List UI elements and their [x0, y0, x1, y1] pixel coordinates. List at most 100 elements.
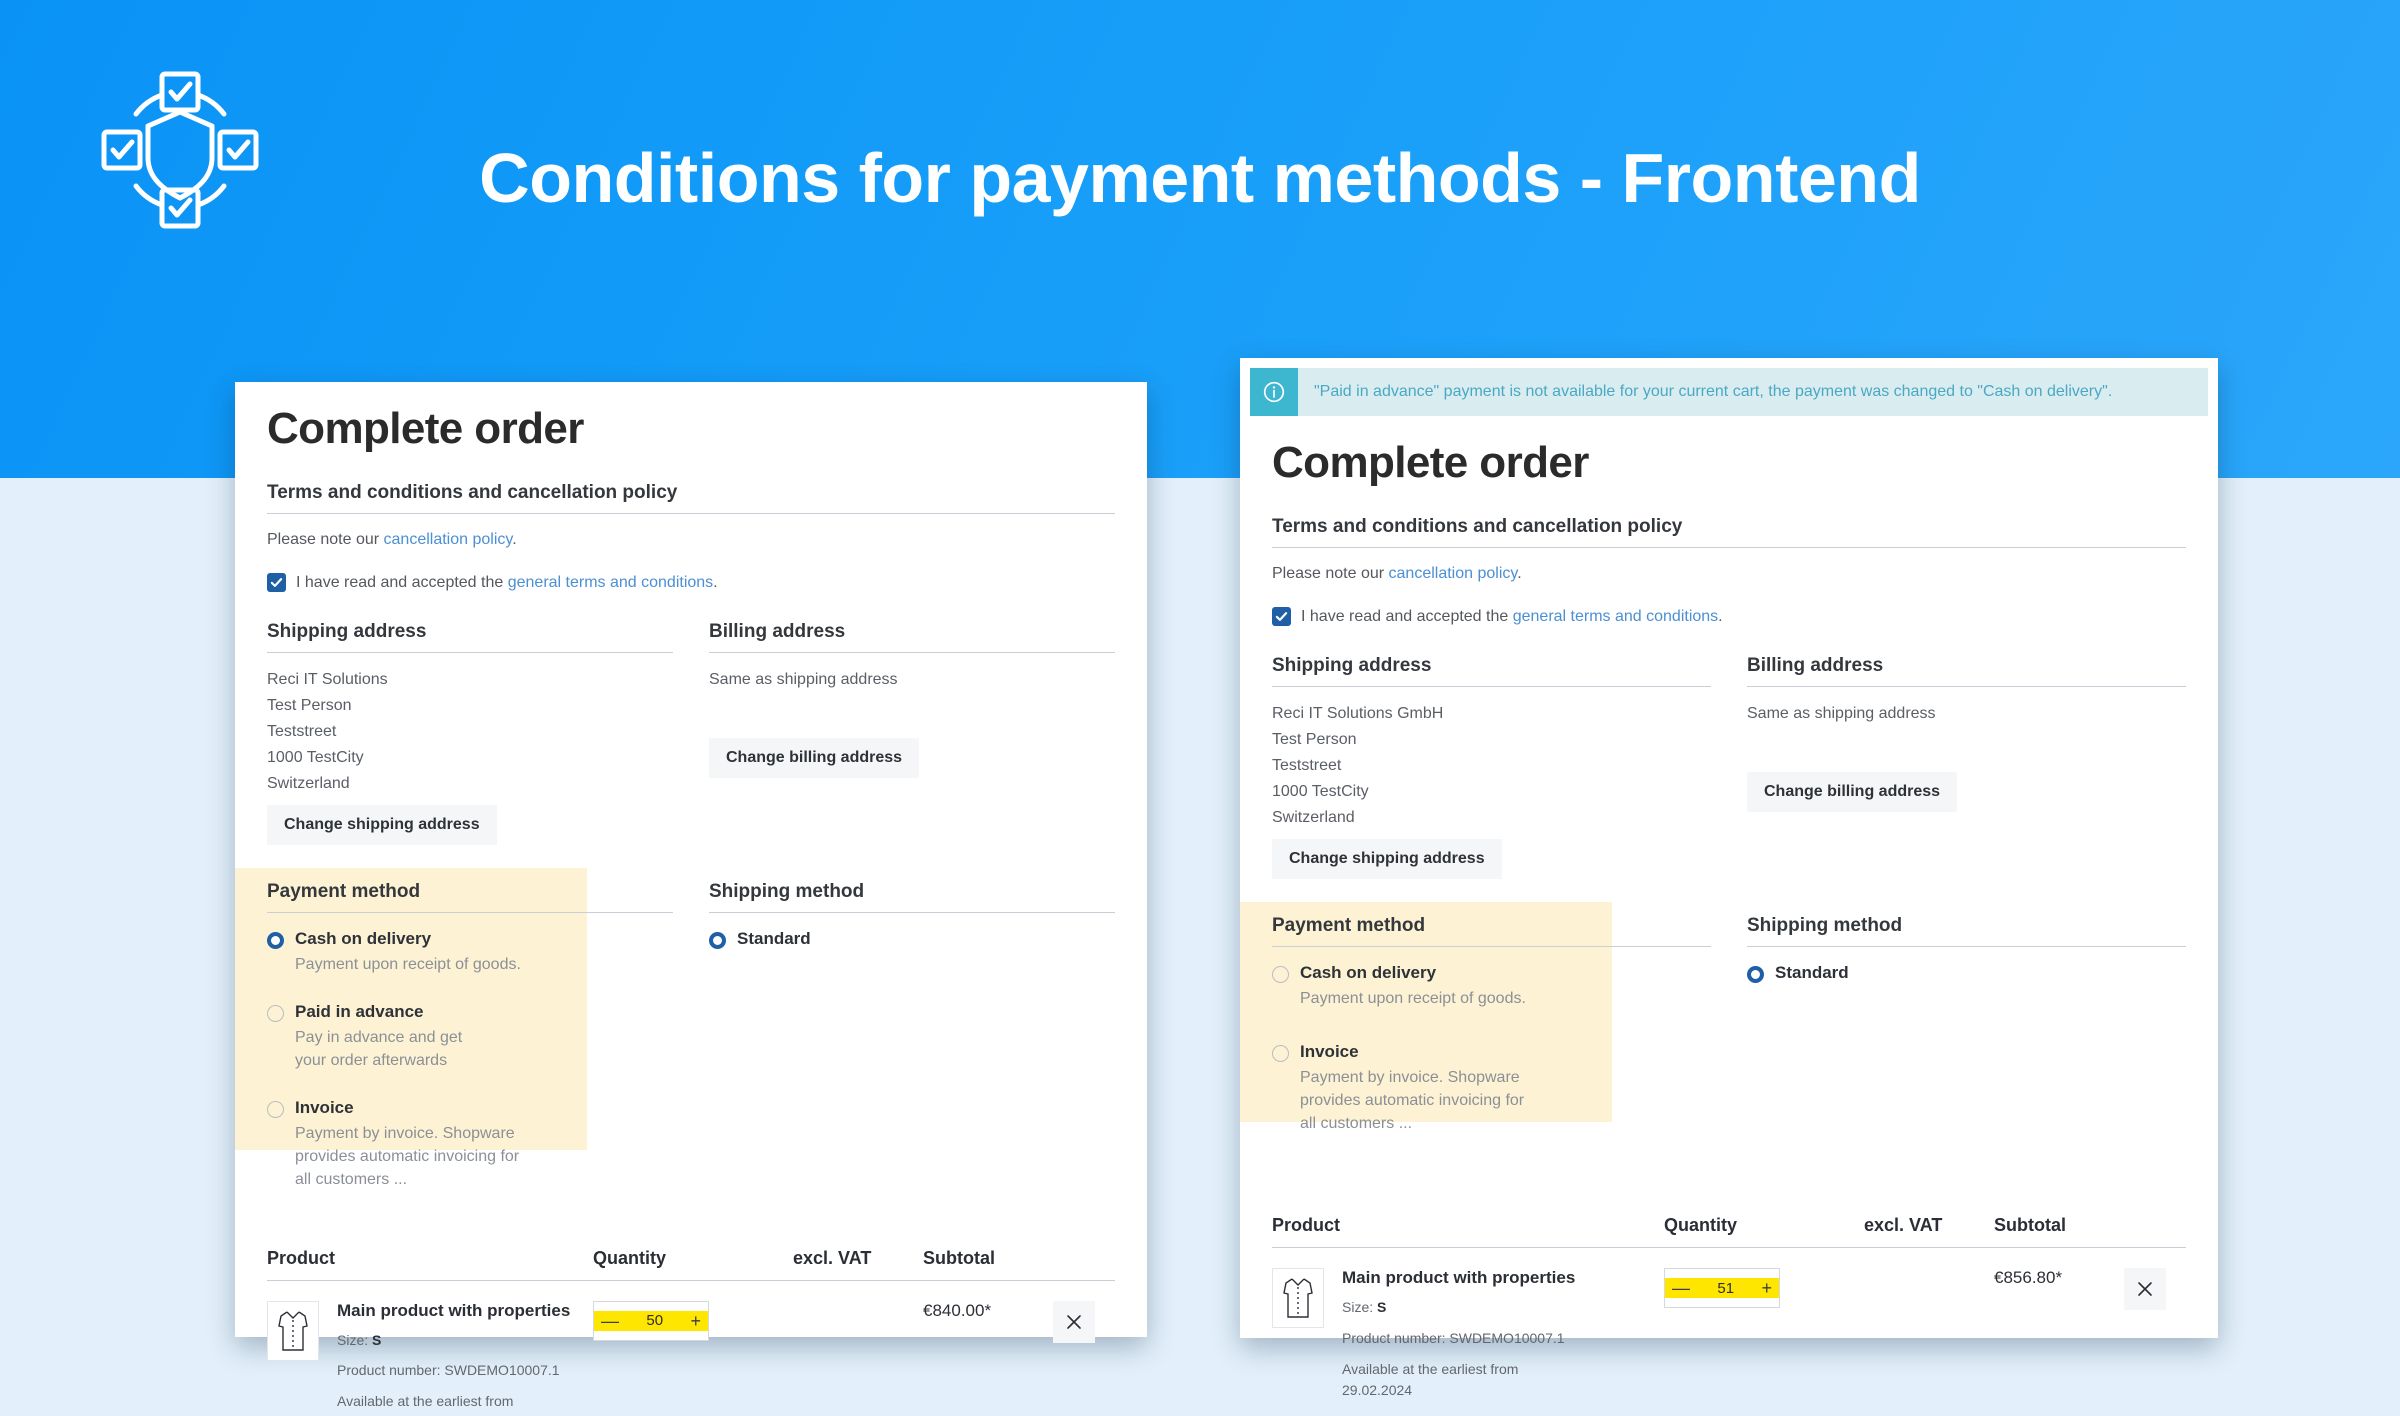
divider	[1747, 686, 2186, 687]
product-thumbnail	[267, 1300, 319, 1361]
table-header-row: Product Quantity excl. VAT Subtotal	[1272, 1215, 2186, 1236]
terms-label-suffix: .	[713, 574, 718, 591]
payment-method-heading: Payment method	[267, 880, 421, 902]
availability-date: 29.02.2024	[1342, 1382, 1413, 1399]
remove-item-button[interactable]	[2124, 1268, 2166, 1311]
terms-checkbox-row[interactable]: I have read and accepted the general ter…	[267, 571, 1115, 595]
subtotal-value: €856.80*	[1994, 1268, 2063, 1288]
order-title: Complete order	[267, 404, 584, 453]
terms-heading: Terms and conditions and cancellation po…	[1272, 516, 1683, 537]
column-header-quantity: Quantity	[593, 1247, 667, 1268]
address-line: Reci IT Solutions	[267, 671, 388, 688]
divider	[1747, 945, 2186, 947]
shipping-address-block: Shipping address Reci IT Solutions GmbH …	[1272, 655, 1711, 879]
radio-unselected-icon[interactable]	[1272, 965, 1289, 983]
product-number: Product number: SWDEMO10007.1	[1342, 1329, 1565, 1346]
address-line: Test Person	[1272, 730, 1357, 748]
product-thumbnail	[1272, 1268, 1324, 1329]
payment-option-invoice[interactable]: Invoice Payment by invoice. Shopware pro…	[267, 1098, 673, 1192]
quantity-decrease-button[interactable]: —	[1672, 1279, 1690, 1297]
address-line: 1000 TestCity	[267, 748, 364, 766]
remove-item-button[interactable]	[1053, 1300, 1095, 1343]
quantity-decrease-button[interactable]: —	[601, 1312, 619, 1330]
terms-checkbox-label: I have read and accepted the general ter…	[1301, 605, 1723, 629]
payment-option-cash-on-delivery[interactable]: Cash on delivery Payment upon receipt of…	[1272, 963, 1711, 1010]
payment-option-invoice[interactable]: Invoice Payment by invoice. Shopware pro…	[1272, 1042, 1711, 1136]
billing-address-block: Billing address Same as shipping address…	[709, 621, 1115, 845]
shipping-method-block: Shipping method Standard	[709, 881, 1115, 1192]
payment-method-block: Payment method Cash on delivery Payment …	[1272, 915, 1711, 1136]
shipping-method-heading: Shipping method	[709, 880, 865, 902]
quantity-increase-button[interactable]: +	[690, 1312, 701, 1330]
product-name: Main product with properties	[1342, 1268, 1576, 1288]
shipping-option-label: Standard	[737, 928, 811, 948]
product-table: Product Quantity excl. VAT Subtotal Main…	[1272, 1215, 2186, 1402]
notification-banner: "Paid in advance" payment is not availab…	[1250, 368, 2208, 416]
checkbox-checked-icon[interactable]	[1272, 607, 1291, 626]
radio-unselected-icon[interactable]	[267, 1004, 284, 1022]
payment-option-description: Payment by invoice. Shopware provides au…	[1300, 1068, 1525, 1133]
billing-address-heading: Billing address	[1747, 655, 1884, 676]
payment-option-cash-on-delivery[interactable]: Cash on delivery Payment upon receipt of…	[267, 929, 673, 976]
cancellation-note-suffix: .	[512, 531, 517, 548]
cancellation-policy-link[interactable]: cancellation policy	[1389, 565, 1518, 582]
address-line: 1000 TestCity	[1272, 782, 1369, 800]
change-billing-address-button[interactable]: Change billing address	[1747, 771, 1958, 812]
divider	[1272, 686, 1711, 687]
close-icon	[1067, 1314, 1081, 1329]
divider	[1272, 945, 1711, 947]
address-line: Same as shipping address	[1747, 705, 1936, 722]
radio-unselected-icon[interactable]	[1272, 1044, 1289, 1062]
cancellation-note-prefix: Please note our	[1272, 565, 1389, 582]
shipping-address-lines: Reci IT Solutions Test Person Teststreet…	[267, 667, 673, 797]
product-size: Size: S	[337, 1330, 570, 1352]
terms-heading: Terms and conditions and cancellation po…	[267, 482, 678, 503]
payment-method-heading: Payment method	[1272, 914, 1426, 936]
product-size: Size: S	[1342, 1297, 1575, 1319]
quantity-value[interactable]: 50	[646, 1312, 663, 1329]
checkbox-checked-icon[interactable]	[267, 573, 286, 592]
radio-selected-icon[interactable]	[267, 931, 284, 949]
availability-line-1: Available at the earliest from	[1342, 1360, 1519, 1377]
payment-option-description: Payment upon receipt of goods.	[1300, 989, 1526, 1007]
change-billing-address-button[interactable]: Change billing address	[709, 737, 920, 778]
shipping-method-heading: Shipping method	[1747, 914, 1903, 936]
shipping-address-block: Shipping address Reci IT Solutions Test …	[267, 621, 673, 845]
column-header-excl-vat: excl. VAT	[793, 1247, 872, 1268]
address-line: Reci IT Solutions GmbH	[1272, 705, 1444, 722]
page-title: Conditions for payment methods - Fronten…	[479, 139, 1921, 217]
shipping-option-label: Standard	[1775, 962, 1849, 982]
cancellation-policy-link[interactable]: cancellation policy	[384, 531, 513, 548]
product-name: Main product with properties	[337, 1300, 571, 1320]
radio-selected-icon[interactable]	[1747, 965, 1764, 983]
quantity-value[interactable]: 51	[1717, 1280, 1734, 1297]
address-line: Teststreet	[267, 722, 337, 740]
column-header-subtotal: Subtotal	[923, 1247, 995, 1268]
general-terms-link[interactable]: general terms and conditions	[508, 574, 713, 591]
product-availability: Available at the earliest from 29.02.202…	[1342, 1359, 1575, 1402]
quantity-increase-button[interactable]: +	[1761, 1279, 1772, 1297]
product-size-value: S	[1377, 1299, 1387, 1316]
change-shipping-address-button[interactable]: Change shipping address	[267, 804, 497, 845]
column-header-product: Product	[1272, 1215, 1341, 1236]
radio-selected-icon[interactable]	[709, 931, 726, 949]
general-terms-link[interactable]: general terms and conditions	[1513, 608, 1718, 625]
change-shipping-address-button[interactable]: Change shipping address	[1272, 838, 1502, 879]
divider	[267, 1279, 1115, 1281]
terms-label-prefix: I have read and accepted the	[1301, 608, 1513, 625]
radio-unselected-icon[interactable]	[267, 1101, 284, 1119]
shipping-option-standard[interactable]: Standard	[709, 929, 1115, 949]
payment-option-label: Invoice	[1300, 1041, 1359, 1061]
shipping-address-heading: Shipping address	[1272, 655, 1432, 676]
terms-label-prefix: I have read and accepted the	[296, 574, 508, 591]
terms-checkbox-row[interactable]: I have read and accepted the general ter…	[1272, 605, 2186, 629]
product-size-label: Size:	[1342, 1299, 1378, 1316]
quantity-stepper[interactable]: — 50 +	[593, 1300, 709, 1341]
quantity-stepper[interactable]: — 51 +	[1664, 1268, 1780, 1309]
info-icon	[1250, 368, 1298, 416]
shipping-option-standard[interactable]: Standard	[1747, 963, 2186, 983]
address-line: Teststreet	[1272, 756, 1342, 774]
availability-line-1: Available at the earliest from	[337, 1393, 514, 1410]
notification-text: "Paid in advance" payment is not availab…	[1314, 383, 2113, 401]
payment-option-paid-in-advance[interactable]: Paid in advance Pay in advance and get y…	[267, 1002, 673, 1072]
